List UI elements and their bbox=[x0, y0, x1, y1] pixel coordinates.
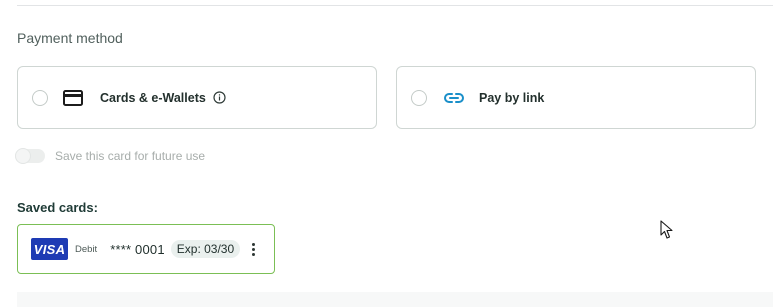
save-card-label: Save this card for future use bbox=[55, 149, 206, 163]
payment-option-pay-by-link[interactable]: Pay by link bbox=[396, 66, 756, 129]
card-type: Debit bbox=[75, 243, 98, 255]
bottom-strip bbox=[17, 292, 773, 307]
visa-logo: VISA bbox=[31, 238, 68, 260]
save-card-toggle-row: Save this card for future use bbox=[15, 148, 206, 164]
card-menu-icon[interactable] bbox=[248, 242, 258, 256]
card-expiry-badge: Exp: 03/30 bbox=[170, 240, 241, 258]
save-card-toggle[interactable] bbox=[15, 148, 45, 164]
saved-cards-title: Saved cards: bbox=[17, 200, 98, 215]
top-divider bbox=[17, 5, 773, 6]
credit-card-icon bbox=[62, 89, 84, 107]
info-icon[interactable] bbox=[213, 91, 226, 104]
radio-pay-by-link[interactable] bbox=[411, 89, 427, 106]
payment-option-cards-ewallets[interactable]: Cards & e-Wallets bbox=[17, 66, 377, 129]
method-label-cards-ewallets: Cards & e-Wallets bbox=[100, 90, 206, 105]
mouse-cursor-icon bbox=[660, 220, 674, 245]
method-label-pay-by-link: Pay by link bbox=[479, 90, 545, 105]
saved-card-item[interactable]: VISA Debit **** 0001 Exp: 03/30 bbox=[17, 224, 275, 274]
link-icon bbox=[443, 89, 465, 107]
toggle-knob bbox=[15, 148, 31, 164]
payment-method-label: Payment method bbox=[17, 30, 123, 46]
card-number: **** 0001 bbox=[110, 241, 165, 257]
radio-cards-ewallets[interactable] bbox=[32, 89, 48, 106]
